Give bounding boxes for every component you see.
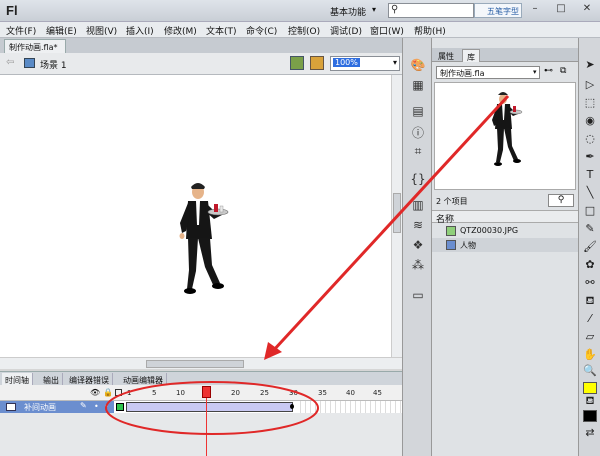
annotation-overlay bbox=[105, 94, 510, 435]
annotation-arrow-line bbox=[270, 94, 510, 354]
annotation-circle bbox=[105, 381, 319, 435]
